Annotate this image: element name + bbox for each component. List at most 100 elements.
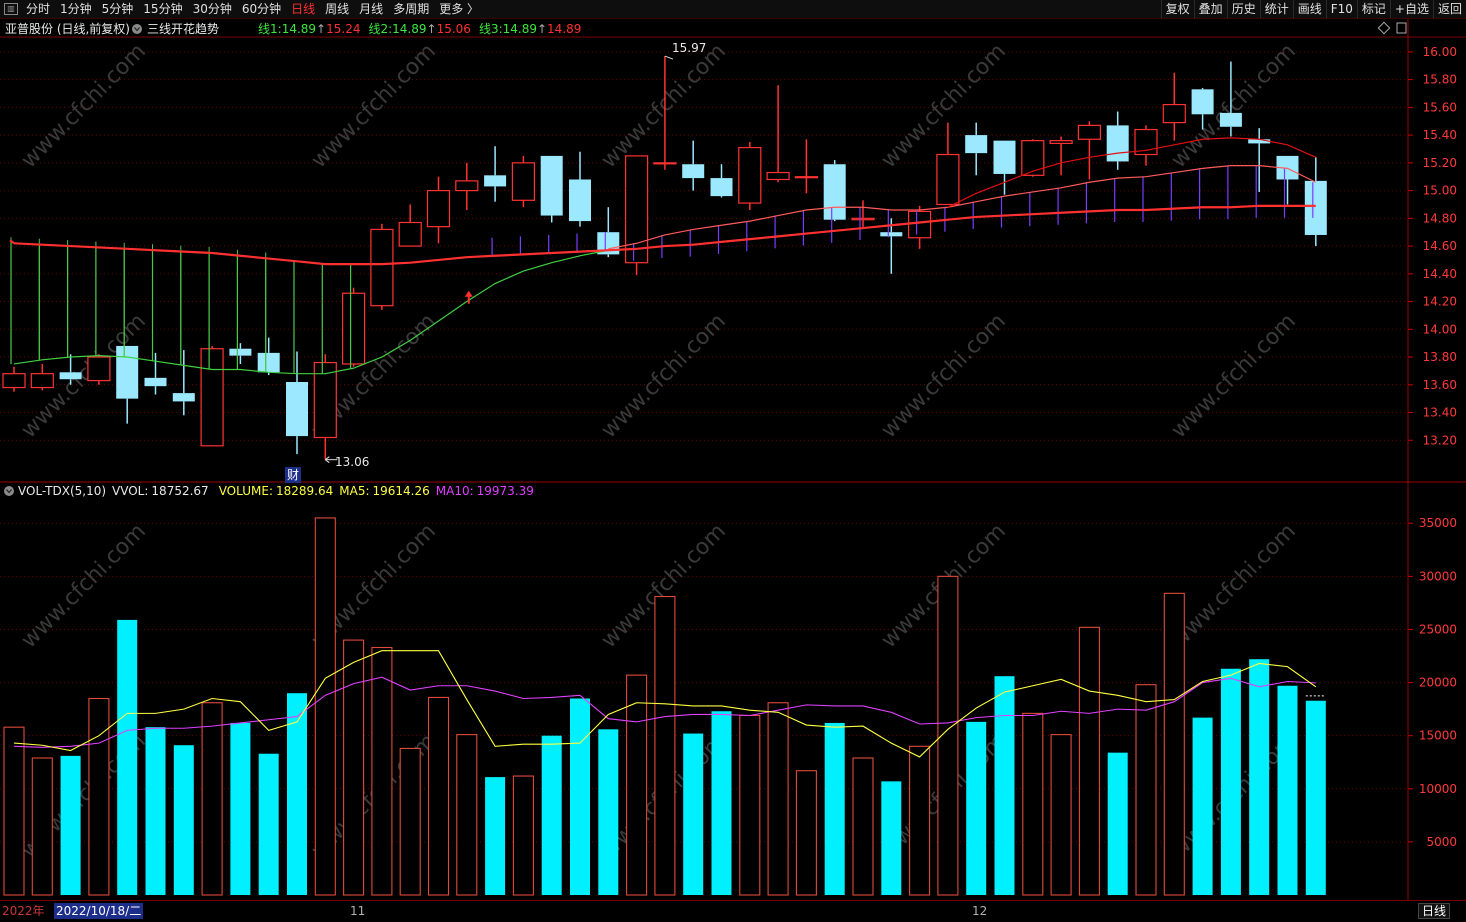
candle-body-down — [229, 348, 252, 356]
candle-body-down — [710, 178, 733, 197]
candle-body-up — [624, 155, 649, 264]
toolbar-button-7[interactable]: +自选 — [1389, 0, 1433, 18]
toolbar-button-0[interactable]: 复权 — [1160, 0, 1194, 18]
toolbar-button-1[interactable]: 叠加 — [1193, 0, 1227, 18]
toolbar-button-2[interactable]: 历史 — [1226, 0, 1260, 18]
candle — [370, 223, 394, 310]
candle — [907, 205, 932, 249]
candle-body-up — [653, 162, 677, 165]
vol-menu-icon[interactable] — [4, 486, 14, 496]
candle-body-down — [257, 352, 280, 373]
candle — [624, 155, 649, 276]
ribbon-sticks — [10, 165, 1314, 374]
watermark-text: www.cfchi.com — [877, 39, 1011, 173]
ma5-value: 19614.26 — [373, 484, 430, 498]
period-tab-5[interactable]: 60分钟 — [237, 0, 286, 18]
volume-bar-up — [371, 646, 393, 896]
period-tab-9[interactable]: 多周期 — [388, 0, 434, 18]
candle — [144, 352, 167, 395]
candle-body-down — [144, 377, 167, 387]
candle-body-down — [1106, 125, 1129, 162]
volume-bar-down — [117, 619, 138, 895]
candle-body-up — [851, 217, 875, 221]
volume-bar-up — [314, 517, 336, 896]
candle-body-up — [370, 228, 394, 307]
volume-bar-up — [852, 757, 874, 896]
period-tab-6[interactable]: 日线 — [286, 0, 320, 18]
volume-bar-down — [173, 745, 194, 895]
volume-bar-down — [966, 721, 987, 895]
price-tick-label: 13.60 — [1423, 378, 1457, 392]
line1-up: 15.24 — [326, 22, 360, 36]
candle — [1106, 111, 1129, 170]
period-tab-10[interactable]: 更多 〉 — [434, 0, 484, 18]
volume-bar-down — [1305, 700, 1326, 895]
candle-body-down — [682, 164, 705, 179]
period-tab-4[interactable]: 30分钟 — [188, 0, 237, 18]
period-tab-8[interactable]: 月线 — [354, 0, 388, 18]
price-tick-label: 14.60 — [1423, 239, 1457, 253]
volume-bar-down — [1249, 659, 1270, 895]
volume-bar-up — [909, 745, 931, 896]
period-indicator[interactable]: 日线 — [1418, 903, 1451, 919]
candle-body-down — [540, 155, 563, 216]
volume-tick-label: 15000 — [1419, 729, 1457, 743]
candle-body-down — [569, 179, 591, 222]
price-tick-label: 13.40 — [1423, 406, 1457, 420]
panel-icon[interactable] — [1396, 22, 1407, 34]
toolbar-button-5[interactable]: F10 — [1325, 0, 1357, 18]
toolbar-button-4[interactable]: 画线 — [1292, 0, 1326, 18]
volume-tick-label: 25000 — [1419, 622, 1457, 636]
candle — [1248, 128, 1271, 192]
volume-bar-down — [1107, 752, 1128, 895]
candle — [286, 351, 308, 455]
volume-bar-up — [1135, 684, 1157, 896]
candle-body-up — [200, 348, 224, 447]
volume-bar-up — [654, 595, 676, 896]
volume-bar-down — [485, 777, 506, 895]
high-pointer — [664, 55, 674, 60]
volume-bar-up — [1163, 592, 1185, 896]
volume-value: 18289.64 — [276, 484, 333, 498]
diamond-icon[interactable] — [1377, 21, 1391, 35]
right-toolbar: 复权 叠加 历史 统计 画线 F10 标记 +自选 返回 — [1160, 0, 1466, 18]
price-tick-label: 15.00 — [1423, 184, 1457, 198]
period-tab-0[interactable]: 分时 — [21, 0, 55, 18]
candle — [540, 155, 563, 223]
volume-bar-down — [541, 735, 562, 895]
top-toolbar: ▥ 分时 1分钟 5分钟 15分钟 30分钟 60分钟 日线 周线 月线 多周期 更多 〉 复权 叠加… — [0, 0, 1466, 19]
price-tick-label: 16.00 — [1423, 45, 1457, 59]
volume-bar-up — [795, 770, 817, 896]
candle-body-up — [398, 221, 422, 247]
indicator-menu-icon[interactable] — [132, 24, 142, 34]
candle — [1049, 136, 1073, 176]
line3-up: 14.89 — [547, 22, 581, 36]
vvol-label: VVOL: — [112, 484, 148, 498]
toolbar-button-6[interactable]: 标记 — [1356, 0, 1390, 18]
volume-bar-up — [1078, 626, 1100, 896]
candle — [426, 176, 451, 244]
candle-body-up — [455, 180, 479, 192]
vol-name: VOL-TDX(5,10) — [18, 484, 106, 498]
volume-bar-down — [60, 755, 81, 895]
period-tab-3[interactable]: 15分钟 — [138, 0, 187, 18]
ma10-value: 19973.39 — [477, 484, 534, 498]
candle — [313, 354, 337, 460]
candle-body-down — [993, 140, 1016, 174]
volume-tick-label: 10000 — [1419, 782, 1457, 796]
candle — [794, 139, 819, 194]
candle — [200, 345, 224, 447]
volume-bar-up — [626, 674, 648, 896]
candle-body-up — [1049, 140, 1073, 145]
price-axis: 16.00 15.80 15.60 15.40 15.20 15.00 14.80 14.60… — [1408, 45, 1457, 447]
period-tab-2[interactable]: 5分钟 — [97, 0, 139, 18]
line2-label: 线2: — [368, 22, 392, 36]
volume-bar-up — [399, 747, 421, 896]
period-tab-7[interactable]: 周线 — [320, 0, 354, 18]
panel-toggle-icon[interactable]: ▥ — [4, 3, 18, 15]
toolbar-button-8[interactable]: 返回 — [1432, 0, 1466, 18]
period-tab-1[interactable]: 1分钟 — [55, 0, 97, 18]
line2-up: 15.06 — [437, 22, 471, 36]
toolbar-button-3[interactable]: 统计 — [1259, 0, 1293, 18]
month-label-12: 12 — [972, 904, 988, 918]
